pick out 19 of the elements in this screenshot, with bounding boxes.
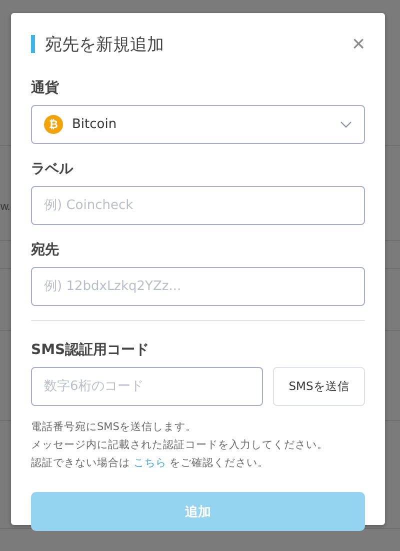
field-label: 宛先: [31, 241, 59, 259]
code-input-field[interactable]: 数字6桁のコード: [31, 367, 263, 406]
field-label: ラベル: [31, 160, 73, 178]
title-accent-bar: [31, 35, 35, 53]
help-text: メッセージ内に記載された認証コードを入力してください。: [31, 438, 329, 453]
send-sms-button[interactable]: SMSを送信: [273, 367, 365, 406]
input-field[interactable]: 例) Coincheck: [31, 186, 365, 225]
help-text: 認証できない場合は こちら をご確認ください。: [31, 456, 270, 471]
currency-select[interactable]: ₿ Bitcoin: [31, 105, 365, 144]
bitcoin-icon: ₿: [44, 115, 63, 134]
chevron-down-icon: [340, 121, 352, 128]
field-label: SMS認証用コード: [31, 341, 150, 359]
input-field[interactable]: 例) 12bdxLzkq2YZz...: [31, 267, 365, 306]
close-button[interactable]: ×: [352, 33, 365, 55]
help-text: 電話番号宛にSMSを送信します。: [31, 420, 198, 435]
background-text: w.: [0, 200, 10, 213]
dialog-title: 宛先を新規追加: [45, 34, 165, 56]
help-link[interactable]: こちら: [133, 457, 166, 469]
field-label: 通貨: [31, 79, 59, 97]
